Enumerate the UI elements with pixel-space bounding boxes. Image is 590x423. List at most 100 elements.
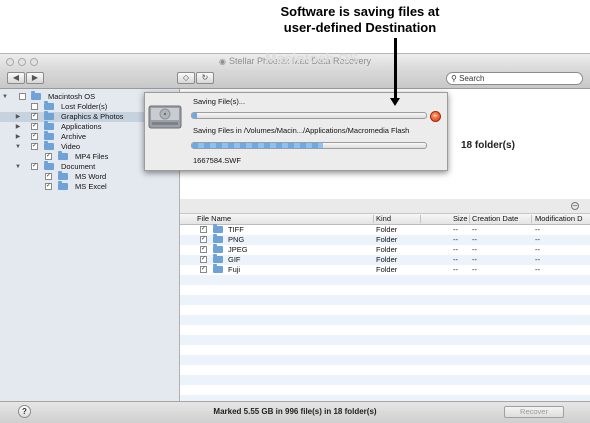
sidebar-item-label: Document: [61, 162, 96, 171]
modification-date-cell: --: [535, 265, 540, 274]
file-name-cell: JPEG: [228, 245, 248, 254]
folder-icon: [44, 111, 54, 120]
column-header-kind[interactable]: Kind: [376, 214, 391, 224]
sidebar-item-label: Archive: [61, 132, 87, 141]
checkbox[interactable]: ✓: [200, 246, 207, 253]
disclosure-collapsed-icon[interactable]: ▶: [14, 132, 22, 142]
back-button[interactable]: ◀: [7, 72, 25, 84]
recover-button[interactable]: Recover: [504, 406, 564, 418]
disclosure-expanded-icon[interactable]: ▼: [14, 142, 22, 152]
folder-icon: [44, 141, 54, 150]
sidebar-item-label: Graphics & Photos: [61, 112, 124, 121]
file-name-cell: GIF: [228, 255, 241, 264]
checkbox[interactable]: ✓: [31, 163, 38, 170]
checkbox[interactable]: [19, 93, 26, 100]
table-header: File Name Kind Size Creation Date Modifi…: [180, 214, 590, 225]
creation-date-cell: --: [472, 245, 477, 254]
saving-path: Saving Files in /Volumes/Macin.../Applic…: [193, 126, 410, 135]
table-row[interactable]: ✓ PNG Folder -- -- --: [180, 234, 590, 245]
modification-date-cell: --: [535, 235, 540, 244]
table-row[interactable]: ✓ TIFF Folder -- -- --: [180, 224, 590, 235]
modification-date-cell: --: [535, 225, 540, 234]
view-toggle-button[interactable]: ◇: [177, 72, 195, 84]
sidebar-item-label: Lost Folder(s): [61, 102, 108, 111]
checkbox[interactable]: ✓: [31, 123, 38, 130]
sidebar-item-label: Macintosh OS: [48, 92, 96, 101]
overall-progress-fill: [192, 113, 197, 118]
saving-progress-dialog: Saving File(s)... – Saving Files in /Vol…: [144, 92, 448, 171]
size-cell: --: [453, 235, 458, 244]
disclosure-expanded-icon[interactable]: ▼: [14, 162, 22, 172]
column-header-creation-date[interactable]: Creation Date: [472, 214, 518, 224]
disclosure-collapsed-icon[interactable]: ▶: [14, 112, 22, 122]
sidebar-item-label: Applications: [61, 122, 102, 131]
search-field[interactable]: ⚲ Search: [446, 72, 583, 85]
checkbox[interactable]: ✓: [200, 226, 207, 233]
forward-button[interactable]: ▶: [26, 72, 44, 84]
kind-cell: Folder: [376, 225, 398, 234]
annotation-arrow-head: [390, 98, 400, 106]
checkbox[interactable]: ✓: [31, 143, 38, 150]
kind-cell: Folder: [376, 235, 398, 244]
disclosure-expanded-icon[interactable]: ▼: [1, 92, 9, 102]
creation-date-cell: --: [472, 235, 477, 244]
toolbar: ◀ ▶ ◇ ↻ ⚲ Search: [0, 70, 590, 89]
checkbox[interactable]: ✓: [31, 113, 38, 120]
search-icon: ⚲: [451, 74, 457, 83]
column-header-size[interactable]: Size: [453, 214, 468, 224]
size-cell: --: [453, 265, 458, 274]
sidebar-item-label: MP4 Files: [75, 152, 109, 161]
folder-icon: [213, 254, 223, 263]
refresh-button[interactable]: ↻: [196, 72, 214, 84]
file-progress-fill: [192, 143, 324, 148]
stop-saving-button[interactable]: –: [430, 111, 441, 122]
sidebar-item-label: Video: [61, 142, 81, 151]
folder-icon: [58, 171, 68, 180]
size-cell: --: [453, 245, 458, 254]
file-name-cell: TIFF: [228, 225, 244, 234]
table-row[interactable]: ✓ JPEG Folder -- -- --: [180, 244, 590, 255]
checkbox[interactable]: ✓: [31, 133, 38, 140]
overall-progress-bar: [191, 112, 427, 119]
size-cell: --: [453, 225, 458, 234]
column-divider: [469, 215, 470, 223]
column-divider: [531, 215, 532, 223]
checkbox[interactable]: [31, 103, 38, 110]
annotation-arrow-line: [394, 38, 397, 100]
size-cell: --: [453, 255, 458, 264]
table-row[interactable]: ✓ Fuji Folder -- -- --: [180, 264, 590, 275]
folder-icon: [213, 234, 223, 243]
folder-icon: [44, 131, 54, 140]
creation-date-cell: --: [472, 225, 477, 234]
disclosure-collapsed-icon[interactable]: ▶: [14, 122, 22, 132]
modification-date-cell: --: [535, 245, 540, 254]
collapse-minus-icon[interactable]: –: [571, 202, 579, 210]
folder-icon: [213, 224, 223, 233]
checkbox[interactable]: ✓: [200, 256, 207, 263]
checkbox[interactable]: ✓: [200, 236, 207, 243]
checkbox[interactable]: ✓: [200, 266, 207, 273]
modification-date-cell: --: [535, 255, 540, 264]
sidebar-item-ms-word[interactable]: ✓ MS Word: [0, 171, 179, 182]
status-summary: Marked 5.55 GB in 996 file(s) in 18 fold…: [213, 407, 377, 416]
checkbox[interactable]: ✓: [45, 183, 52, 190]
diamond-icon: ◇: [182, 73, 190, 82]
checkbox[interactable]: ✓: [45, 173, 52, 180]
column-header-file-name[interactable]: File Name: [197, 214, 231, 224]
current-file-name: 1667584.SWF: [193, 156, 241, 165]
folder-icon: [44, 121, 54, 130]
sidebar-item-ms-excel[interactable]: ✓ MS Excel: [0, 181, 179, 192]
table-row[interactable]: ✓ GIF Folder -- -- --: [180, 254, 590, 265]
checkbox[interactable]: ✓: [45, 153, 52, 160]
saving-label: Saving File(s)...: [193, 97, 246, 106]
folder-count-heading: 18 folder(s): [461, 140, 515, 151]
status-bar: ? Marked 5.55 GB in 996 file(s) in 18 fo…: [0, 401, 590, 423]
creation-date-cell: --: [472, 255, 477, 264]
back-icon: ◀: [12, 73, 20, 82]
folder-icon: [213, 264, 223, 273]
column-divider: [420, 215, 421, 223]
search-placeholder: Search: [459, 74, 485, 83]
folder-icon: [213, 244, 223, 253]
column-header-modification-date[interactable]: Modification D: [535, 214, 583, 224]
folder-icon: [44, 101, 54, 110]
